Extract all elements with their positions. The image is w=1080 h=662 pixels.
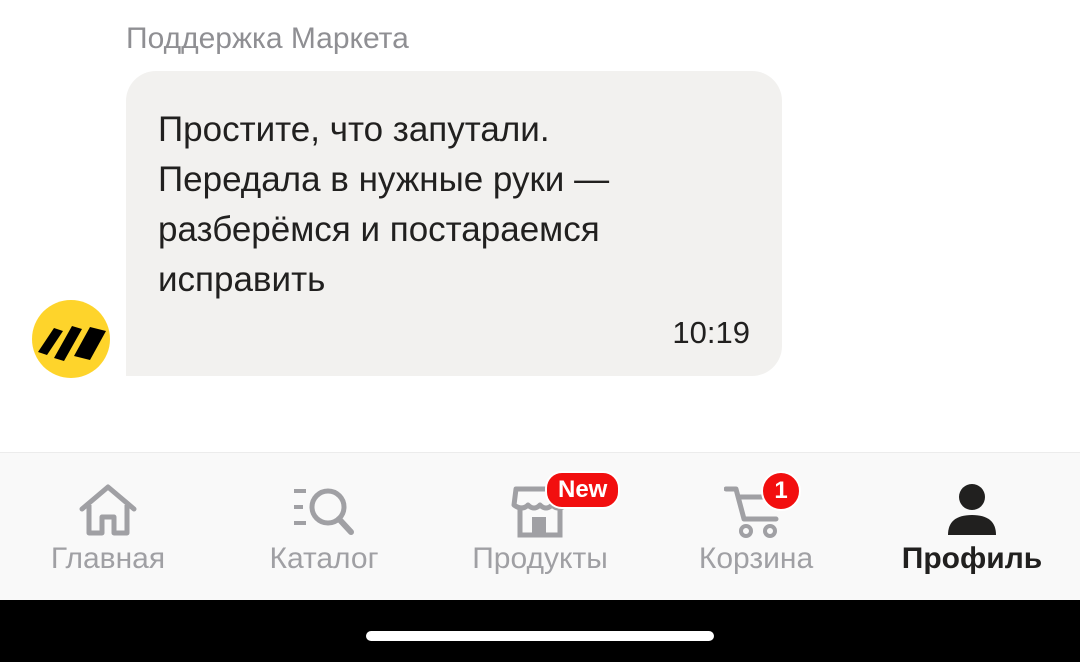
tab-home-label: Главная [50, 542, 166, 575]
tab-products[interactable]: Продукты [432, 453, 648, 601]
yandex-market-logo-icon [32, 300, 110, 378]
message-time: 10:19 [672, 315, 750, 350]
system-navigation-bar [0, 600, 1080, 662]
message-text: Простите, что запутали. Передала в нужны… [158, 110, 610, 299]
tab-profile[interactable]: Профиль [864, 453, 1080, 601]
tab-catalog-label: Каталог [269, 542, 379, 575]
catalog-search-icon [292, 481, 356, 541]
message-bubble[interactable]: Простите, что запутали. Передала в нужны… [126, 71, 782, 376]
tab-cart-label: Корзина [698, 542, 814, 575]
tab-profile-label: Профиль [901, 542, 1043, 575]
tab-cart[interactable]: Корзина [648, 453, 864, 601]
home-gesture-handle[interactable] [366, 631, 714, 641]
home-icon [76, 481, 140, 541]
sender-name: Поддержка Маркета [126, 22, 409, 55]
profile-icon [940, 481, 1004, 541]
screen: Поддержка Маркета Простите, что запутали… [0, 0, 1080, 662]
tab-catalog[interactable]: Каталог [216, 453, 432, 601]
new-badge: New [545, 471, 621, 509]
cart-count-badge: 1 [761, 471, 801, 511]
tab-products-label: Продукты [472, 542, 608, 575]
bottom-tab-bar: Главная Каталог Продукты Корзина Профиль… [0, 452, 1080, 600]
tab-home[interactable]: Главная [0, 453, 216, 601]
